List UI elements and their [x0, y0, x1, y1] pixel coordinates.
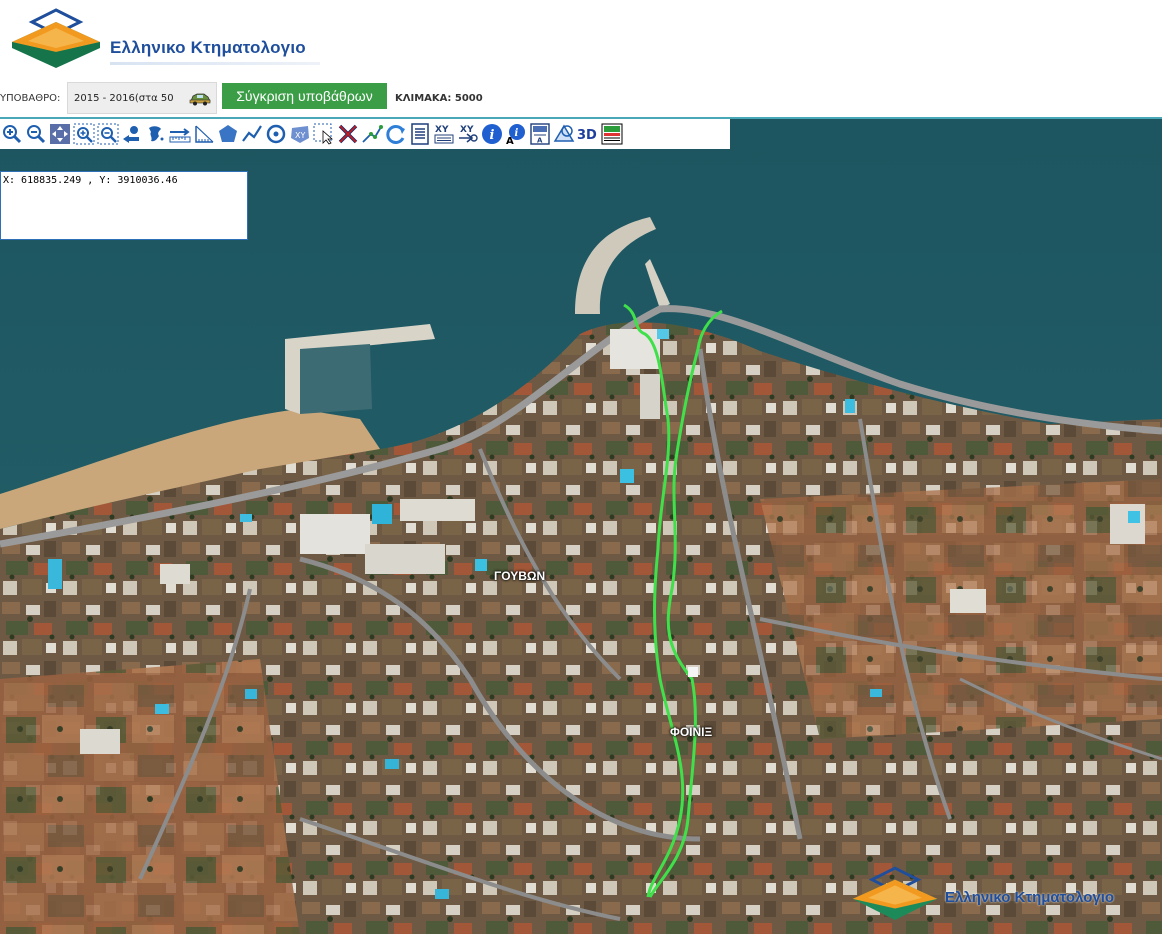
- pan-icon[interactable]: [49, 122, 71, 146]
- print-icon[interactable]: A: [529, 122, 551, 146]
- place-label-gouves: ΓΟΥΒΩΝ: [494, 569, 546, 583]
- edit-vertex-icon[interactable]: [361, 122, 383, 146]
- watermark-logo: Ελληνικο Κτηματολογιο: [845, 859, 1162, 934]
- basemap-row: ΥΠΟΒΑΘΡΟ: 2015 - 2016(στα 50 Σύγκριση υπ…: [0, 82, 1162, 114]
- xy-coordinate-icon[interactable]: XY: [433, 122, 455, 146]
- svg-text:XY: XY: [460, 125, 474, 135]
- info-text-icon[interactable]: iA: [505, 122, 527, 146]
- zoom-box-out-icon[interactable]: [97, 122, 119, 146]
- parcel-select-icon[interactable]: XY: [289, 122, 311, 146]
- draw-circle-icon[interactable]: [265, 122, 287, 146]
- draw-line-icon[interactable]: [241, 122, 263, 146]
- previous-extent-icon[interactable]: [121, 122, 143, 146]
- draw-polygon-icon[interactable]: [217, 122, 239, 146]
- logo-text: Ελληνικο Κτηματολογιο: [110, 38, 306, 57]
- cadastre-logo-icon: [12, 8, 100, 68]
- info-icon[interactable]: i: [481, 122, 503, 146]
- basemap-gallery-icon[interactable]: [601, 122, 623, 146]
- scale-text: ΚΛΙΜΑΚΑ: 5000: [395, 93, 483, 104]
- basemap-car-icon: [189, 93, 211, 106]
- svg-text:XY: XY: [435, 125, 449, 135]
- header: Ελληνικο Κτηματολογιο: [0, 0, 1162, 80]
- compare-basemaps-button[interactable]: Σύγκριση υποβάθρων: [222, 83, 387, 109]
- aerial-imagery: [0, 119, 1162, 934]
- svg-text:A: A: [537, 137, 543, 145]
- map-toolbar: XY XY XY i iA A 3D: [0, 119, 730, 149]
- goto-xy-icon[interactable]: XY: [457, 122, 479, 146]
- refresh-icon[interactable]: [385, 122, 407, 146]
- watermark-text: Ελληνικο Κτηματολογιο: [945, 889, 1115, 906]
- logo-underline: [110, 62, 320, 65]
- svg-text:i: i: [490, 128, 495, 143]
- legend-list-icon[interactable]: [409, 122, 431, 146]
- zoom-in-icon[interactable]: [1, 122, 23, 146]
- map-view[interactable]: XY XY XY i iA A 3D X: 618835.249 , Y: 39…: [0, 117, 1162, 934]
- full-extent-icon[interactable]: [145, 122, 167, 146]
- zoom-out-icon[interactable]: [25, 122, 47, 146]
- cadastre-logo[interactable]: Ελληνικο Κτηματολογιο: [4, 8, 334, 70]
- 3d-view-icon[interactable]: 3D: [577, 122, 599, 146]
- zoom-box-in-icon[interactable]: [73, 122, 95, 146]
- svg-text:i: i: [515, 128, 519, 139]
- watermark-logo-icon: [852, 866, 938, 921]
- clear-icon[interactable]: [337, 122, 359, 146]
- svg-text:A: A: [506, 136, 514, 145]
- coordinate-text: X: 618835.249 , Y: 3910036.46: [3, 175, 178, 186]
- measure-distance-icon[interactable]: [169, 122, 191, 146]
- basemap-select[interactable]: 2015 - 2016(στα 50: [67, 82, 217, 114]
- basemap-label: ΥΠΟΒΑΘΡΟ:: [0, 93, 61, 104]
- select-arrow-icon[interactable]: [313, 122, 335, 146]
- basemap-selected-value: 2015 - 2016(στα 50: [74, 93, 174, 104]
- place-label-foinix: ΦΟΙΝΙΞ: [670, 725, 713, 739]
- svg-text:XY: XY: [295, 131, 305, 140]
- coordinate-readout: X: 618835.249 , Y: 3910036.46: [0, 171, 248, 240]
- svg-text:3D: 3D: [577, 128, 597, 143]
- measure-angle-icon[interactable]: [193, 122, 215, 146]
- layers-icon[interactable]: [553, 122, 575, 146]
